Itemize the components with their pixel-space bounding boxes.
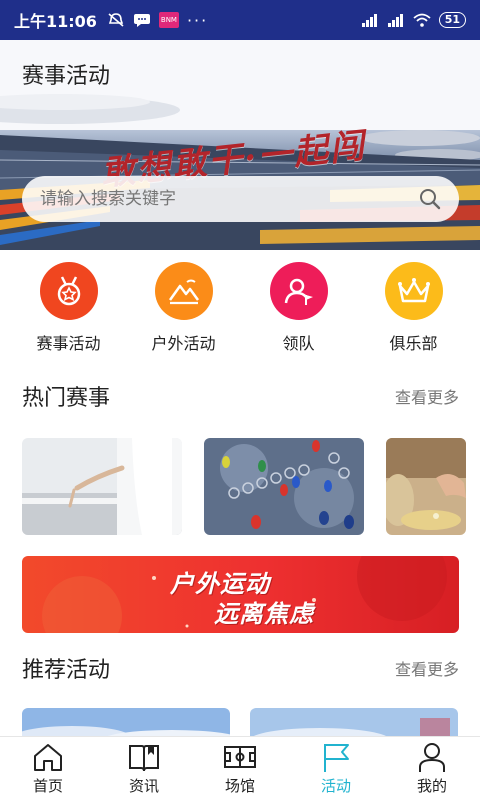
category-events[interactable]: 赛事活动: [11, 262, 126, 362]
battery-level: 51: [438, 12, 466, 28]
signal-icon: [361, 14, 377, 27]
book-icon: [129, 745, 159, 772]
flag-icon: [324, 744, 349, 772]
category-outdoor[interactable]: 户外活动: [126, 262, 241, 362]
crown-icon: [384, 262, 443, 320]
tab-venues[interactable]: 场馆: [192, 737, 288, 800]
signal-hd-icon: [387, 14, 403, 27]
event-image-boardgame: [204, 438, 364, 535]
tab-label: 活动: [320, 777, 351, 795]
search-bar[interactable]: [22, 176, 459, 222]
section-title: 热门赛事: [22, 386, 111, 411]
search-input[interactable]: [40, 189, 419, 209]
category-row: 赛事活动 户外活动 领队 俱乐部: [0, 262, 480, 362]
recommend-header: 推荐活动 查看更多: [22, 652, 459, 684]
leader-icon: [269, 262, 328, 320]
event-image-crafts: [386, 438, 466, 535]
app-notification-icon: BNM: [158, 12, 179, 28]
tab-label: 我的: [416, 777, 447, 795]
promo-banner[interactable]: 户外运动 远离焦虑: [22, 556, 459, 633]
tab-me[interactable]: 我的: [384, 737, 480, 800]
category-label: 户外活动: [151, 334, 216, 353]
hot-view-more-link[interactable]: 查看更多: [395, 384, 459, 408]
tab-label: 场馆: [224, 777, 255, 795]
event-card[interactable]: [204, 438, 364, 535]
person-icon: [419, 743, 445, 772]
event-card[interactable]: [386, 438, 466, 535]
status-time: 上午11:06: [14, 12, 97, 31]
search-icon[interactable]: [419, 188, 441, 210]
tab-news[interactable]: 资讯: [96, 737, 192, 800]
status-bar: 上午11:06 BNM ··· 51: [0, 0, 480, 40]
mountain-icon: [154, 262, 213, 320]
event-card[interactable]: [22, 438, 182, 535]
hot-events-list: [22, 438, 466, 535]
section-title: 推荐活动: [22, 658, 111, 683]
event-image-beach: [22, 438, 182, 535]
category-label: 俱乐部: [389, 334, 438, 353]
tab-label: 资讯: [128, 777, 159, 795]
tab-label: 首页: [32, 777, 63, 795]
category-club[interactable]: 俱乐部: [356, 262, 471, 362]
mute-bell-icon: [108, 13, 124, 27]
medal-icon: [39, 262, 98, 320]
more-notifications: ···: [186, 10, 209, 30]
home-icon: [34, 744, 62, 771]
bottom-tab-bar: 首页 资讯 场馆 活动 我的: [0, 736, 480, 800]
tab-home[interactable]: 首页: [0, 737, 96, 800]
page-title: 赛事活动: [22, 64, 111, 89]
message-icon: [133, 14, 150, 27]
category-label: 赛事活动: [36, 334, 101, 353]
category-leader[interactable]: 领队: [241, 262, 356, 362]
field-icon: [224, 746, 256, 768]
wifi-icon: [413, 13, 431, 27]
recommend-view-more-link[interactable]: 查看更多: [395, 656, 459, 680]
promo-line-2: 远离焦虑: [214, 600, 314, 628]
hot-events-header: 热门赛事 查看更多: [22, 380, 459, 412]
category-label: 领队: [282, 334, 315, 353]
tab-activities[interactable]: 活动: [288, 737, 384, 800]
